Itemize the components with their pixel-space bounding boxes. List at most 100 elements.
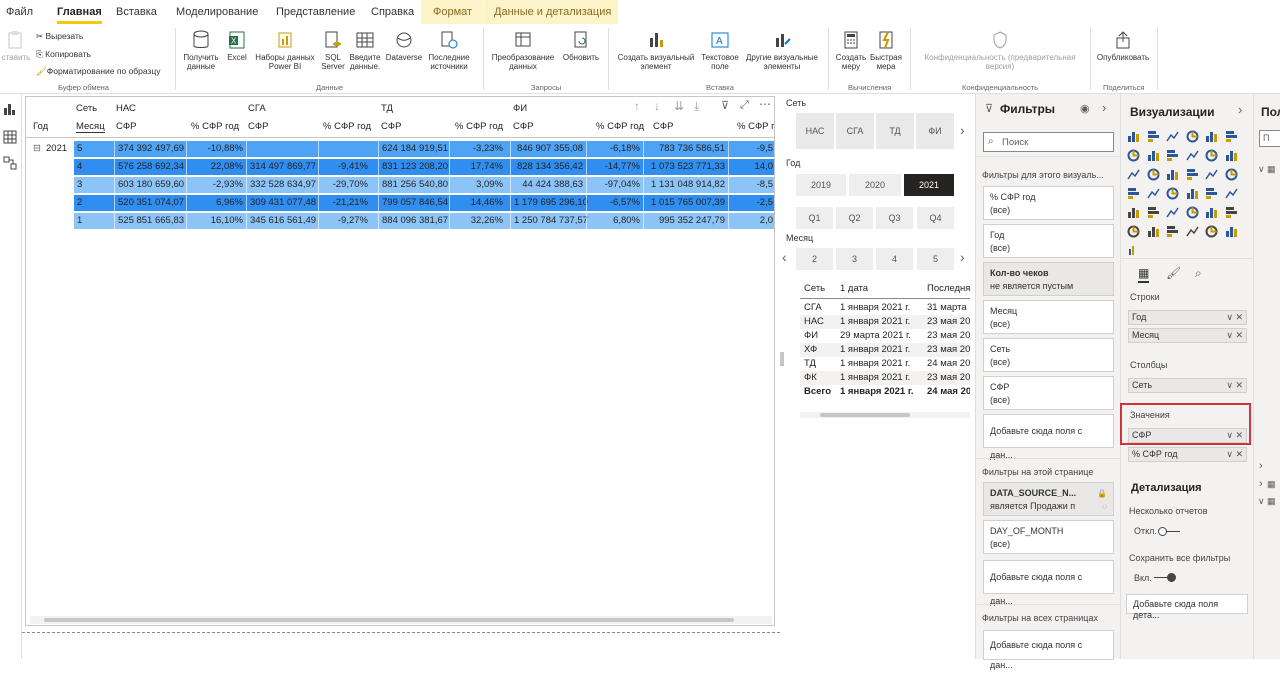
value-cell[interactable]: -6,18%: [586, 141, 643, 157]
format-tab-icon[interactable]: 🖌: [1166, 266, 1181, 280]
drillthrough-dropzone[interactable]: Добавьте сюда поля дета...: [1126, 594, 1248, 620]
value-cell[interactable]: -2,93%: [186, 177, 246, 193]
visual-type-icon[interactable]: [1127, 168, 1140, 181]
value-cell[interactable]: 32,26%: [449, 213, 506, 229]
fields-tab-icon[interactable]: ▦: [1138, 266, 1150, 283]
sql-button[interactable]: SQL Server: [320, 30, 346, 71]
col-header[interactable]: % СФР год: [455, 121, 503, 132]
visual-type-icon[interactable]: [1127, 187, 1140, 200]
value-cell[interactable]: 1 015 765 007,39: [643, 195, 728, 211]
drill-down-icon[interactable]: ↓: [654, 99, 660, 113]
columns-field-set[interactable]: Сеть ∨ ✕: [1128, 378, 1247, 393]
report-view-icon[interactable]: [3, 102, 17, 116]
table-cell[interactable]: НАС: [804, 316, 824, 327]
visual-type-icon[interactable]: [1147, 206, 1160, 219]
visual-type-icon[interactable]: [1225, 206, 1238, 219]
visual-type-icon[interactable]: [1127, 130, 1140, 143]
col-header[interactable]: % СФР год: [191, 121, 239, 132]
col-header[interactable]: СФР: [381, 121, 401, 132]
chevron-right-icon[interactable]: ›: [960, 122, 965, 138]
menu-view[interactable]: Представление: [276, 6, 355, 18]
keep-filters-toggle[interactable]: [1153, 573, 1177, 583]
menu-help[interactable]: Справка: [371, 6, 414, 18]
value-cell[interactable]: -21,21%: [318, 195, 371, 211]
menu-insert[interactable]: Вставка: [116, 6, 157, 18]
column-group-fi[interactable]: ФИ: [513, 103, 527, 114]
visual-type-icon[interactable]: [1127, 206, 1140, 219]
menu-file[interactable]: Файл: [6, 6, 33, 18]
set-tile-sga[interactable]: СГА: [836, 113, 874, 149]
collapse-pane-icon[interactable]: ›: [1238, 102, 1242, 117]
table-cell[interactable]: 24 мая 20: [927, 358, 970, 369]
chevron-remove-icon[interactable]: ∨ ✕: [1226, 311, 1243, 324]
visual-type-icon[interactable]: [1225, 130, 1238, 143]
month-2[interactable]: 2: [796, 248, 833, 270]
value-cell[interactable]: 828 134 356,42: [510, 159, 586, 175]
cut-button[interactable]: ✂ Вырезать: [36, 31, 83, 42]
table-header-last-date[interactable]: Последня: [927, 283, 970, 294]
table-cell[interactable]: 1 января 2021 г.: [840, 302, 910, 313]
horizontal-scrollbar[interactable]: [30, 616, 772, 624]
value-cell[interactable]: 995 352 247,79: [643, 213, 728, 229]
value-cell[interactable]: 799 057 846,54: [378, 195, 449, 211]
value-cell[interactable]: 374 392 497,69: [114, 141, 184, 157]
year-2019[interactable]: 2019: [796, 174, 846, 196]
visual-type-icon[interactable]: [1166, 130, 1179, 143]
value-cell[interactable]: -10,88%: [186, 141, 246, 157]
visual-type-icon[interactable]: [1127, 225, 1140, 238]
value-cell[interactable]: -9,5: [728, 141, 774, 157]
value-cell[interactable]: -97,04%: [586, 177, 643, 193]
analytics-tab-icon[interactable]: ⌕: [1195, 266, 1202, 281]
table-total-cell[interactable]: Всего: [804, 386, 831, 397]
col-header[interactable]: СФР: [653, 121, 673, 132]
value-cell[interactable]: 783 736 586,51: [643, 141, 728, 157]
transform-data-button[interactable]: Преобразование данных: [488, 30, 558, 71]
drill-up-icon[interactable]: ↑: [634, 99, 640, 113]
visual-type-icon[interactable]: [1205, 130, 1218, 143]
filter-card-day-of-month[interactable]: DAY_OF_MONTH (все): [983, 520, 1114, 554]
add-field-dropzone[interactable]: Добавьте сюда поля с дан...: [983, 630, 1114, 670]
menu-home[interactable]: Главная: [57, 6, 102, 24]
value-cell[interactable]: 1 073 523 771,33: [643, 159, 728, 175]
model-view-icon[interactable]: [3, 156, 17, 170]
sensitivity-button[interactable]: Конфиденциальность (предварительная верс…: [914, 30, 1086, 71]
value-cell[interactable]: 44 424 388,63: [510, 177, 586, 193]
publish-button[interactable]: Опубликовать: [1094, 30, 1152, 62]
value-cell[interactable]: 846 907 355,08: [510, 141, 586, 157]
visual-type-icon[interactable]: [1147, 225, 1160, 238]
visual-type-icon[interactable]: [1205, 149, 1218, 162]
filters-search-input[interactable]: ⌕ Поиск: [983, 132, 1114, 152]
chevron-remove-icon[interactable]: ∨ ✕: [1226, 448, 1243, 461]
set-tile-fi[interactable]: ФИ: [916, 113, 954, 149]
text-box-button[interactable]: A Текстовое поле: [699, 30, 741, 71]
datasets-button[interactable]: Наборы данных Power BI: [252, 30, 318, 71]
value-cell[interactable]: 831 123 208,20: [378, 159, 449, 175]
chevron-right-icon[interactable]: ›: [1259, 460, 1263, 472]
value-cell[interactable]: 14,0: [728, 159, 774, 175]
filter-card[interactable]: % СФР год (все): [983, 186, 1114, 220]
enter-data-button[interactable]: Введите данные.: [348, 30, 382, 71]
table-cell[interactable]: 1 января 2021 г.: [840, 372, 910, 383]
visual-type-icon[interactable]: [1147, 130, 1160, 143]
value-cell[interactable]: -2,5: [728, 195, 774, 211]
eye-off-icon[interactable]: ◌: [1102, 500, 1107, 513]
table-cell[interactable]: 23 мая 20: [927, 344, 970, 355]
new-visual-button[interactable]: Создать визуальный элемент: [614, 30, 698, 71]
col-header[interactable]: СФР: [248, 121, 268, 132]
quarter-q4[interactable]: Q4: [917, 207, 954, 229]
filter-card[interactable]: Год (все): [983, 224, 1114, 258]
visual-type-icon[interactable]: [1186, 130, 1199, 143]
month-5[interactable]: 5: [917, 248, 954, 270]
collapse-icon[interactable]: ⊟: [33, 143, 41, 154]
chevron-down-icon[interactable]: ∨: [1258, 164, 1265, 175]
year-2021[interactable]: 2021: [904, 174, 954, 196]
filter-card[interactable]: Кол-во чеков не является пустым: [983, 262, 1114, 296]
visual-type-icon[interactable]: [1166, 206, 1179, 219]
visual-type-icon[interactable]: [1186, 168, 1199, 181]
visual-type-icon[interactable]: [1185, 149, 1199, 162]
visual-type-icon[interactable]: [1146, 187, 1160, 200]
matrix-visual[interactable]: ↑ ↓ ⇊ ⤓ ⊽ ⤢ ⋯ Сеть НАС СГА ТД ФИ Год Мес…: [25, 96, 775, 626]
value-cell[interactable]: 1 179 695 296,10: [510, 195, 588, 211]
value-cell[interactable]: 309 431 077,48: [246, 195, 318, 211]
copy-button[interactable]: ⎘ Копировать: [36, 49, 91, 60]
